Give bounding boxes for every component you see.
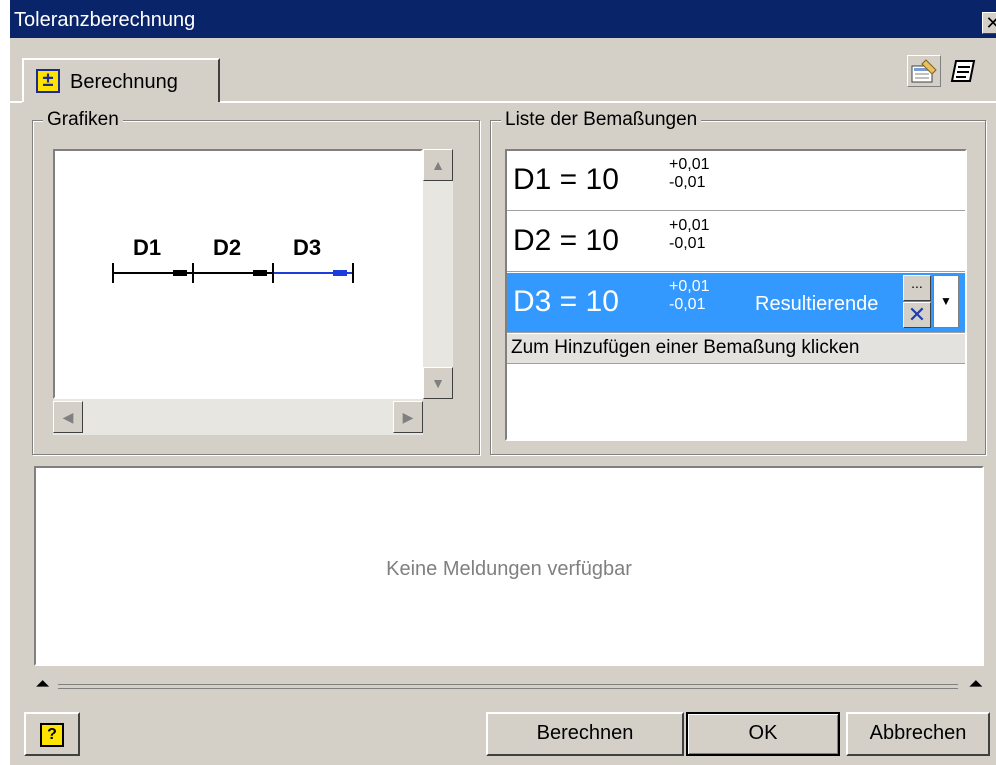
notes-icon[interactable] bbox=[948, 55, 982, 87]
upper-tolerance: +0,01 bbox=[669, 217, 710, 234]
add-dimension-row[interactable]: Zum Hinzufügen einer Bemaßung klicken bbox=[507, 334, 965, 364]
expand-up-icon[interactable]: ⏶ bbox=[969, 676, 982, 694]
upper-tolerance: +0,01 bbox=[669, 278, 710, 295]
graphics-canvas[interactable]: D1 D2 D3 bbox=[53, 149, 423, 399]
more-button[interactable]: ... bbox=[903, 275, 931, 301]
scroll-up-icon[interactable]: ▲ bbox=[423, 149, 453, 181]
dimension-formula: D2 = 10 bbox=[513, 224, 619, 257]
properties-icon[interactable] bbox=[907, 55, 941, 87]
splitter-line bbox=[58, 684, 958, 689]
lower-tolerance: -0,01 bbox=[669, 174, 706, 191]
row-controls: ... ✕ ▼ bbox=[903, 275, 961, 329]
scroll-down-icon[interactable]: ▼ bbox=[423, 367, 453, 399]
tab-divider-left bbox=[10, 101, 22, 103]
notes-icon-graphic bbox=[950, 60, 976, 82]
lower-tolerance: -0,01 bbox=[669, 296, 706, 313]
upper-tolerance: +0,01 bbox=[669, 156, 710, 173]
expand-up-icon[interactable]: ⏶ bbox=[36, 676, 49, 694]
calculate-button[interactable]: Berechnen bbox=[486, 712, 684, 756]
splitter[interactable]: ⏶ ⏶ bbox=[32, 676, 986, 698]
chevron-down-icon[interactable]: ▼ bbox=[933, 275, 959, 328]
tab-divider bbox=[220, 101, 996, 103]
list-item[interactable]: D1 = 10 +0,01 -0,01 bbox=[507, 151, 965, 211]
plus-minus-icon: ± bbox=[36, 69, 60, 93]
list-item[interactable]: D2 = 10 +0,01 -0,01 bbox=[507, 212, 965, 272]
cancel-button[interactable]: Abbrechen bbox=[846, 712, 990, 756]
tab-label: Berechnung bbox=[70, 71, 178, 93]
graphics-group: Grafiken D1 D2 D3 ▲ ▼ ◀ ▶ bbox=[32, 109, 480, 455]
title-bar[interactable]: Toleranzberechnung ✕ bbox=[10, 0, 996, 38]
dialog-window: Toleranzberechnung ✕ ± Berechnung Grafik… bbox=[10, 0, 996, 765]
dimension-list[interactable]: D1 = 10 +0,01 -0,01 D2 = 10 +0,01 -0,01 … bbox=[505, 149, 967, 441]
window-title: Toleranzberechnung bbox=[14, 9, 196, 31]
dimension-list-group-label: Liste der Bemaßungen bbox=[501, 109, 702, 131]
horizontal-scrollbar[interactable]: ◀ ▶ bbox=[53, 399, 423, 435]
scroll-left-icon[interactable]: ◀ bbox=[53, 401, 83, 433]
tab-berechnung[interactable]: ± Berechnung bbox=[22, 58, 220, 102]
dimension-formula: D1 = 10 bbox=[513, 163, 619, 196]
lower-tolerance: -0,01 bbox=[669, 235, 706, 252]
dimension-chain-graphic bbox=[112, 263, 354, 283]
list-item-selected[interactable]: D3 = 10 +0,01 -0,01 Resultierende ... ✕ … bbox=[507, 273, 965, 333]
properties-icon-graphic bbox=[911, 59, 937, 83]
messages-panel: Keine Meldungen verfügbar bbox=[34, 466, 984, 666]
help-button[interactable]: ? bbox=[24, 712, 80, 756]
scroll-right-icon[interactable]: ▶ bbox=[393, 401, 423, 433]
status-label: Resultierende bbox=[755, 293, 879, 315]
delete-icon[interactable]: ✕ bbox=[903, 302, 931, 328]
dimension-formula: D3 = 10 bbox=[513, 285, 619, 318]
no-messages-text: Keine Meldungen verfügbar bbox=[386, 558, 632, 580]
graphics-group-label: Grafiken bbox=[43, 109, 123, 131]
vertical-scrollbar[interactable]: ▲ ▼ bbox=[423, 149, 453, 399]
help-icon: ? bbox=[40, 723, 64, 747]
close-button[interactable]: ✕ bbox=[982, 12, 996, 34]
ok-button[interactable]: OK bbox=[686, 712, 840, 756]
dimension-list-group: Liste der Bemaßungen D1 = 10 +0,01 -0,01… bbox=[490, 109, 986, 455]
